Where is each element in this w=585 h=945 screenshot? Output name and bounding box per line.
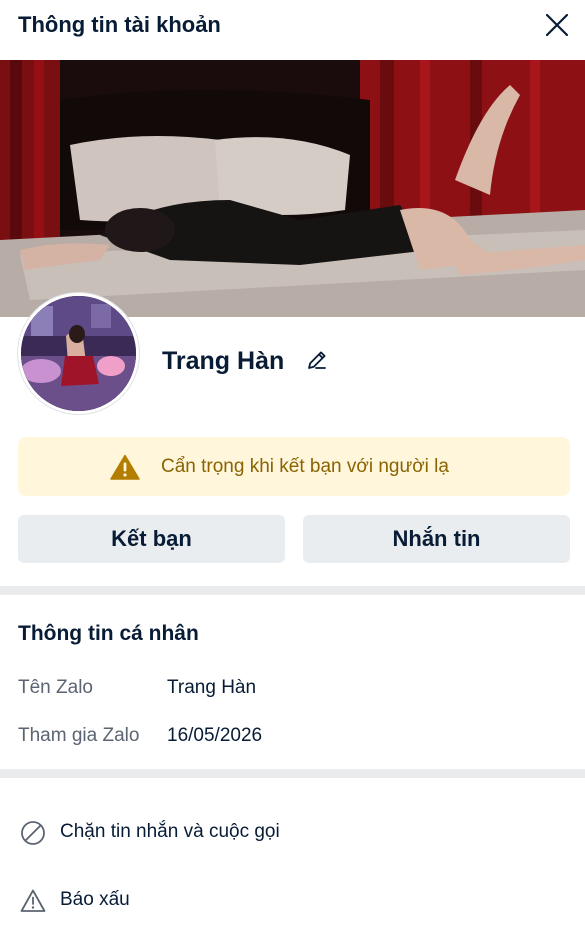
section-divider (0, 769, 585, 778)
block-action-label: Chặn tin nhắn và cuộc gọi (60, 821, 280, 842)
edit-name-button[interactable] (304, 347, 330, 373)
modal-header: Thông tin tài khoản (0, 0, 585, 60)
report-action[interactable]: Báo xấu (18, 880, 570, 920)
close-button[interactable] (540, 8, 574, 42)
warning-icon (110, 454, 140, 480)
info-value-join-date: 16/05/2026 (167, 725, 263, 746)
add-friend-button[interactable]: Kết bạn (18, 515, 285, 563)
info-value-zalo-name: Trang Hàn (167, 677, 257, 698)
warning-triangle-icon (20, 889, 46, 912)
info-label-zalo-name: Tên Zalo (18, 677, 93, 698)
info-label-join-date: Tham gia Zalo (18, 725, 140, 746)
pencil-icon (308, 351, 326, 369)
block-messages-calls-action[interactable]: Chặn tin nhắn và cuộc gọi (18, 812, 570, 852)
avatar[interactable] (18, 293, 139, 414)
report-action-label: Báo xấu (60, 889, 130, 910)
message-button[interactable]: Nhắn tin (303, 515, 570, 563)
warning-text: Cẩn trọng khi kết bạn với người lạ (161, 456, 449, 477)
section-divider (0, 586, 585, 595)
stranger-warning-banner: Cẩn trọng khi kết bạn với người lạ (18, 437, 570, 496)
cover-photo[interactable] (0, 60, 585, 317)
modal-title: Thông tin tài khoản (18, 12, 221, 37)
personal-info-title: Thông tin cá nhân (18, 622, 199, 645)
close-icon (545, 13, 569, 37)
block-icon (21, 821, 45, 845)
profile-name: Trang Hàn (162, 347, 285, 375)
